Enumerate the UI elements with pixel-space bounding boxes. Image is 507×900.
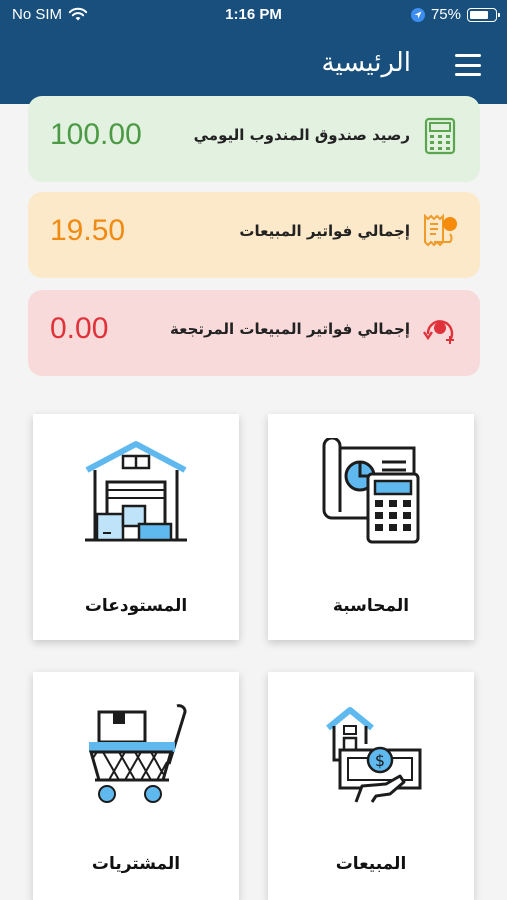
- summary-card-cash-balance: 100.00 رصيد صندوق المندوب اليومي: [28, 96, 480, 182]
- battery-icon: [467, 7, 500, 22]
- warehouse-icon: [85, 441, 187, 542]
- summary-card-returns: 0.00 إجمالي فواتير المبيعات المرتجعة: [28, 290, 480, 376]
- return-icon: [423, 320, 454, 344]
- summary-label: إجمالي فواتير المبيعات المرتجعة: [170, 320, 410, 338]
- tile-label: المبيعات: [335, 854, 407, 874]
- tile-label: المحاسبة: [332, 596, 410, 616]
- tile-label: المشتريات: [91, 854, 181, 874]
- app-header: No SIM 1:16 PM 75% الرئيسية: [0, 0, 507, 104]
- sales-icon: $: [326, 707, 422, 803]
- summary-label: إجمالي فواتير المبيعات: [239, 222, 410, 240]
- status-bar: No SIM 1:16 PM 75%: [0, 0, 507, 32]
- summary-value: 100.00: [50, 118, 142, 151]
- battery-percent: 75%: [430, 6, 461, 23]
- tile-label: المستودعات: [84, 596, 188, 616]
- calculator-icon: [424, 117, 456, 155]
- summary-value: 19.50: [50, 214, 126, 247]
- receipt-icon: [424, 213, 457, 247]
- tile-accounting[interactable]: المحاسبة: [268, 414, 474, 640]
- summary-label: رصيد صندوق المندوب اليومي: [193, 126, 410, 144]
- tile-warehouses[interactable]: المستودعات: [33, 414, 239, 640]
- purchases-icon: [89, 704, 187, 803]
- page-title: الرئيسية: [321, 48, 411, 78]
- location-arrow-icon: [410, 7, 425, 22]
- summary-value: 0.00: [50, 312, 109, 345]
- accounting-icon: [322, 438, 420, 544]
- hamburger-menu-icon[interactable]: [455, 54, 481, 76]
- summary-card-sales-invoices: 19.50 إجمالي فواتير المبيعات: [28, 192, 480, 278]
- tile-purchases[interactable]: المشتريات: [33, 672, 239, 900]
- battery-info: 75%: [410, 6, 500, 23]
- svg-text:$: $: [375, 751, 385, 770]
- tile-sales[interactable]: $ المبيعات: [268, 672, 474, 900]
